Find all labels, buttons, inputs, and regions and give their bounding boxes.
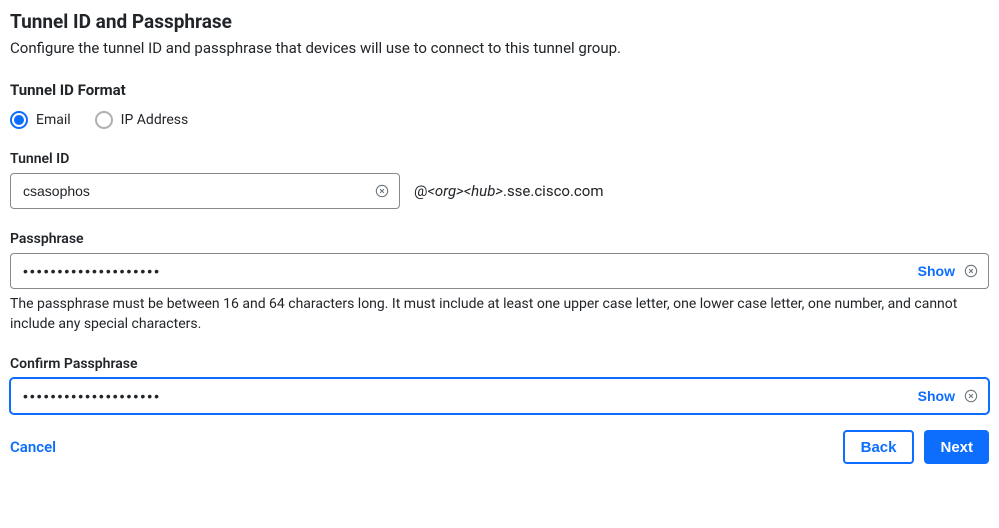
passphrase-input-wrap: Show <box>10 253 989 289</box>
radio-ip-label: IP Address <box>121 112 189 128</box>
clear-icon[interactable] <box>374 183 390 199</box>
confirm-passphrase-input-wrap: Show <box>10 378 989 414</box>
passphrase-input[interactable] <box>10 253 989 289</box>
tunnel-id-format-group: Email IP Address <box>10 111 989 129</box>
page-title: Tunnel ID and Passphrase <box>10 10 989 33</box>
footer: Cancel Back Next <box>10 430 989 464</box>
radio-email[interactable]: Email <box>10 111 71 129</box>
clear-icon[interactable] <box>963 263 979 279</box>
cancel-button[interactable]: Cancel <box>10 438 56 456</box>
confirm-show-button[interactable]: Show <box>918 388 955 404</box>
tunnel-id-suffix: @<org><hub>.sse.cisco.com <box>414 182 604 200</box>
tunnel-id-format-label: Tunnel ID Format <box>10 81 989 99</box>
passphrase-help-text: The passphrase must be between 16 and 64… <box>10 295 989 334</box>
radio-ip-address[interactable]: IP Address <box>95 111 189 129</box>
confirm-passphrase-input[interactable] <box>10 378 989 414</box>
confirm-passphrase-label: Confirm Passphrase <box>10 356 989 372</box>
passphrase-show-button[interactable]: Show <box>918 263 955 279</box>
back-button[interactable]: Back <box>843 430 915 464</box>
radio-icon-unselected <box>95 111 113 129</box>
radio-icon-selected <box>10 111 28 129</box>
tunnel-id-input-wrap <box>10 173 400 209</box>
tunnel-id-row: @<org><hub>.sse.cisco.com <box>10 173 989 209</box>
tunnel-id-label: Tunnel ID <box>10 151 989 167</box>
clear-icon[interactable] <box>963 388 979 404</box>
passphrase-label: Passphrase <box>10 231 989 247</box>
page-description: Configure the tunnel ID and passphrase t… <box>10 39 989 57</box>
tunnel-id-input[interactable] <box>10 173 400 209</box>
radio-email-label: Email <box>36 112 71 128</box>
footer-right: Back Next <box>843 430 989 464</box>
next-button[interactable]: Next <box>924 430 989 464</box>
